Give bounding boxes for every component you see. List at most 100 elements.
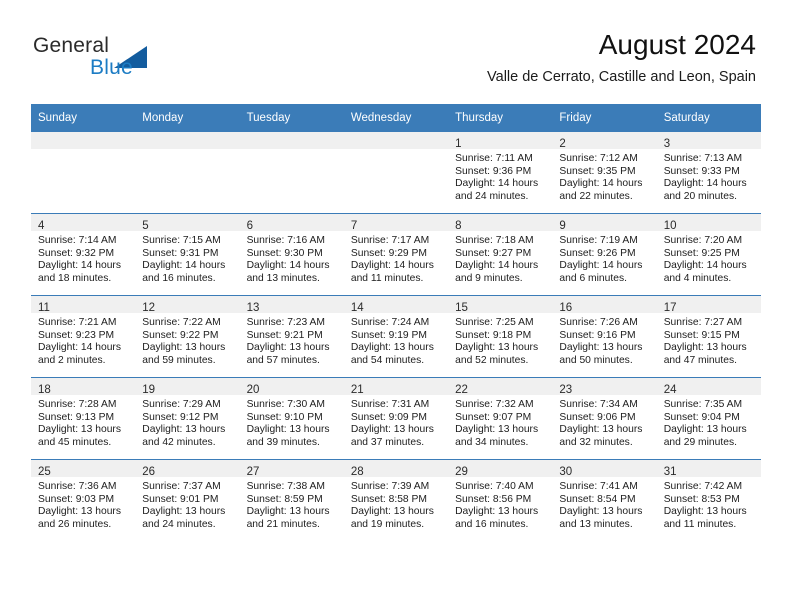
day-cell[interactable]: 17 Sunrise: 7:27 AM Sunset: 9:15 PM Dayl… bbox=[656, 295, 761, 378]
daylight-text-line2: and 45 minutes. bbox=[38, 436, 112, 448]
sunrise-text: Sunrise: 7:16 AM bbox=[246, 235, 325, 246]
general-blue-logo[interactable]: General Blue bbox=[33, 34, 213, 86]
day-cell[interactable]: 28 Sunrise: 7:39 AM Sunset: 8:58 PM Dayl… bbox=[343, 459, 449, 541]
sunset-text: Sunset: 9:29 PM bbox=[350, 247, 427, 259]
day-cell[interactable]: 25 Sunrise: 7:36 AM Sunset: 9:03 PM Dayl… bbox=[31, 459, 136, 541]
calendar-body: 1 Sunrise: 7:11 AM Sunset: 9:36 PM Dayli… bbox=[31, 132, 761, 541]
sunrise-text: Sunrise: 7:31 AM bbox=[350, 399, 430, 410]
daylight-text-line2: and 22 minutes. bbox=[559, 190, 633, 202]
sunset-text: Sunset: 9:36 PM bbox=[455, 165, 532, 177]
day-cell-body: Sunrise: 7:32 AM Sunset: 9:07 PM Dayligh… bbox=[448, 395, 552, 449]
page-header: General Blue August 2024 Valle de Cerrat… bbox=[0, 0, 792, 104]
daylight-text-line1: Daylight: 13 hours bbox=[455, 424, 539, 436]
day-number-band: 3 bbox=[656, 132, 761, 150]
day-cell-body bbox=[31, 149, 135, 153]
day-number: 29 bbox=[455, 466, 468, 478]
day-number: 4 bbox=[38, 220, 45, 232]
sunrise-text: Sunrise: 7:36 AM bbox=[38, 481, 117, 492]
day-number-band: 8 bbox=[448, 214, 553, 232]
day-number: 22 bbox=[455, 384, 468, 396]
day-number: 25 bbox=[38, 466, 51, 478]
weekday-header-row: Sunday Monday Tuesday Wednesday Thursday… bbox=[31, 104, 761, 132]
day-cell[interactable]: 11 Sunrise: 7:21 AM Sunset: 9:23 PM Dayl… bbox=[31, 295, 136, 378]
day-number-band: 12 bbox=[135, 296, 240, 314]
logo-text-blue: Blue bbox=[90, 56, 133, 79]
day-cell[interactable]: 5 Sunrise: 7:15 AM Sunset: 9:31 PM Dayli… bbox=[135, 213, 240, 296]
day-cell[interactable]: 30 Sunrise: 7:41 AM Sunset: 8:54 PM Dayl… bbox=[552, 459, 657, 541]
day-cell-body: Sunrise: 7:20 AM Sunset: 9:25 PM Dayligh… bbox=[657, 231, 761, 285]
daylight-text-line2: and 20 minutes. bbox=[663, 190, 737, 202]
day-number-band: 21 bbox=[343, 378, 449, 396]
sunset-text: Sunset: 9:22 PM bbox=[142, 329, 219, 341]
day-cell[interactable]: 9 Sunrise: 7:19 AM Sunset: 9:26 PM Dayli… bbox=[552, 213, 657, 296]
day-cell-body: Sunrise: 7:37 AM Sunset: 9:01 PM Dayligh… bbox=[135, 477, 239, 531]
daylight-text-line2: and 29 minutes. bbox=[663, 436, 737, 448]
day-cell[interactable]: 29 Sunrise: 7:40 AM Sunset: 8:56 PM Dayl… bbox=[448, 459, 553, 541]
day-cell[interactable]: 12 Sunrise: 7:22 AM Sunset: 9:22 PM Dayl… bbox=[135, 295, 240, 378]
weekday-header-thursday: Thursday bbox=[448, 104, 553, 132]
day-number: 3 bbox=[663, 138, 671, 150]
weekday-header-monday: Monday bbox=[135, 104, 240, 132]
day-cell[interactable]: 22 Sunrise: 7:32 AM Sunset: 9:07 PM Dayl… bbox=[448, 377, 553, 460]
daylight-text-line1: Daylight: 13 hours bbox=[455, 506, 539, 518]
daylight-text-line1: Daylight: 14 hours bbox=[142, 260, 226, 272]
day-cell-body: Sunrise: 7:25 AM Sunset: 9:18 PM Dayligh… bbox=[448, 313, 552, 367]
day-cell[interactable]: 16 Sunrise: 7:26 AM Sunset: 9:16 PM Dayl… bbox=[552, 295, 657, 378]
day-cell[interactable]: 7 Sunrise: 7:17 AM Sunset: 9:29 PM Dayli… bbox=[343, 213, 449, 296]
day-cell-body: Sunrise: 7:28 AM Sunset: 9:13 PM Dayligh… bbox=[31, 395, 135, 449]
daylight-text-line2: and 2 minutes. bbox=[38, 354, 106, 366]
day-cell[interactable]: 13 Sunrise: 7:23 AM Sunset: 9:21 PM Dayl… bbox=[239, 295, 344, 378]
day-cell-body: Sunrise: 7:35 AM Sunset: 9:04 PM Dayligh… bbox=[657, 395, 761, 449]
day-cell[interactable]: 8 Sunrise: 7:18 AM Sunset: 9:27 PM Dayli… bbox=[448, 213, 553, 296]
day-cell[interactable]: 1 Sunrise: 7:11 AM Sunset: 9:36 PM Dayli… bbox=[448, 132, 553, 214]
day-cell-body: Sunrise: 7:39 AM Sunset: 8:58 PM Dayligh… bbox=[344, 477, 448, 531]
day-cell[interactable]: 15 Sunrise: 7:25 AM Sunset: 9:18 PM Dayl… bbox=[448, 295, 553, 378]
daylight-text-line2: and 4 minutes. bbox=[663, 272, 732, 284]
weekday-header-wednesday: Wednesday bbox=[343, 104, 449, 132]
day-cell-body: Sunrise: 7:34 AM Sunset: 9:06 PM Dayligh… bbox=[552, 395, 656, 449]
daylight-text-line2: and 39 minutes. bbox=[246, 436, 320, 448]
day-cell[interactable]: 4 Sunrise: 7:14 AM Sunset: 9:32 PM Dayli… bbox=[31, 213, 136, 296]
daylight-text-line1: Daylight: 13 hours bbox=[559, 342, 643, 354]
day-number: 30 bbox=[559, 466, 573, 478]
day-number-band: 7 bbox=[343, 214, 449, 232]
page-title: August 2024 bbox=[598, 29, 756, 60]
day-number-band: 27 bbox=[239, 460, 344, 478]
day-cell[interactable]: 2 Sunrise: 7:12 AM Sunset: 9:35 PM Dayli… bbox=[552, 132, 657, 214]
day-number-band: 16 bbox=[552, 296, 657, 314]
daylight-text-line2: and 19 minutes. bbox=[350, 518, 425, 530]
daylight-text-line1: Daylight: 14 hours bbox=[455, 260, 539, 272]
sunset-text: Sunset: 8:58 PM bbox=[350, 493, 427, 505]
day-number: 21 bbox=[350, 384, 364, 396]
day-cell[interactable]: 24 Sunrise: 7:35 AM Sunset: 9:04 PM Dayl… bbox=[656, 377, 761, 460]
calendar-table: Sunday Monday Tuesday Wednesday Thursday… bbox=[31, 104, 761, 541]
day-cell[interactable]: 10 Sunrise: 7:20 AM Sunset: 9:25 PM Dayl… bbox=[656, 213, 761, 296]
day-number: 5 bbox=[142, 220, 149, 232]
day-cell[interactable]: 19 Sunrise: 7:29 AM Sunset: 9:12 PM Dayl… bbox=[135, 377, 240, 460]
day-cell-body bbox=[135, 149, 239, 153]
day-number: 6 bbox=[246, 220, 253, 232]
day-cell[interactable]: 31 Sunrise: 7:42 AM Sunset: 8:53 PM Dayl… bbox=[656, 459, 761, 541]
day-cell[interactable]: 27 Sunrise: 7:38 AM Sunset: 8:59 PM Dayl… bbox=[239, 459, 344, 541]
daylight-text-line1: Daylight: 13 hours bbox=[663, 506, 747, 518]
day-cell[interactable]: 20 Sunrise: 7:30 AM Sunset: 9:10 PM Dayl… bbox=[239, 377, 344, 460]
sunset-text: Sunset: 9:25 PM bbox=[663, 247, 740, 259]
day-cell-empty bbox=[343, 132, 449, 214]
day-number: 14 bbox=[350, 302, 364, 314]
day-cell[interactable]: 26 Sunrise: 7:37 AM Sunset: 9:01 PM Dayl… bbox=[135, 459, 240, 541]
day-cell[interactable]: 6 Sunrise: 7:16 AM Sunset: 9:30 PM Dayli… bbox=[239, 213, 344, 296]
day-cell[interactable]: 18 Sunrise: 7:28 AM Sunset: 9:13 PM Dayl… bbox=[31, 377, 136, 460]
daylight-text-line2: and 54 minutes. bbox=[350, 354, 425, 366]
day-cell[interactable]: 23 Sunrise: 7:34 AM Sunset: 9:06 PM Dayl… bbox=[552, 377, 657, 460]
day-cell[interactable]: 14 Sunrise: 7:24 AM Sunset: 9:19 PM Dayl… bbox=[343, 295, 449, 378]
weekday-header-saturday: Saturday bbox=[656, 104, 761, 132]
daylight-text-line2: and 50 minutes. bbox=[559, 354, 633, 366]
week-row: 25 Sunrise: 7:36 AM Sunset: 9:03 PM Dayl… bbox=[31, 459, 761, 541]
sunrise-text: Sunrise: 7:18 AM bbox=[455, 235, 534, 246]
sunrise-text: Sunrise: 7:22 AM bbox=[142, 317, 221, 328]
daylight-text-line1: Daylight: 13 hours bbox=[350, 342, 434, 354]
day-cell[interactable]: 3 Sunrise: 7:13 AM Sunset: 9:33 PM Dayli… bbox=[656, 132, 761, 214]
day-number-band: 23 bbox=[552, 378, 657, 396]
day-cell-body: Sunrise: 7:17 AM Sunset: 9:29 PM Dayligh… bbox=[344, 231, 448, 285]
day-cell[interactable]: 21 Sunrise: 7:31 AM Sunset: 9:09 PM Dayl… bbox=[343, 377, 449, 460]
